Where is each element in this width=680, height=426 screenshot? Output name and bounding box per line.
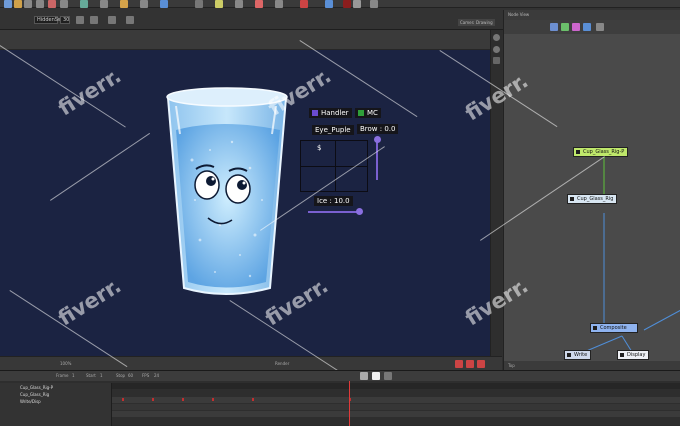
tool-icon[interactable] — [455, 360, 463, 368]
record-icon[interactable] — [343, 0, 351, 8]
node-cup-glass-rig-p[interactable]: Cup_Glass_Rig-P — [573, 147, 629, 157]
pad-divider — [335, 141, 336, 191]
tool-icon[interactable] — [466, 360, 474, 368]
pad-marker[interactable]: $ — [317, 144, 321, 152]
node-view-title: Node View — [504, 10, 680, 20]
keyframe[interactable] — [152, 398, 154, 401]
layer-track[interactable] — [112, 397, 680, 403]
eye-puple-label: Eye_Puple — [312, 125, 354, 135]
tool-icon[interactable] — [140, 0, 148, 8]
keyframe[interactable] — [212, 398, 214, 401]
tab-drawing[interactable]: Drawing — [474, 19, 495, 26]
stop-icon[interactable] — [372, 372, 380, 380]
tool-icon[interactable] — [100, 0, 108, 8]
mode-dropdown[interactable]: HiddenSwap — [34, 16, 68, 24]
ice-label: Ice : 10.0 — [314, 196, 353, 206]
tool-icon[interactable] — [255, 0, 263, 8]
tool-icon[interactable] — [275, 0, 283, 8]
handler-label: Handler — [321, 109, 349, 117]
timeline-layer-list: Cup_Glass_Rig-P Cup_Glass_Rig Write/Disp — [0, 383, 112, 426]
node-write[interactable]: Write — [564, 350, 592, 360]
start-label: Start — [86, 373, 96, 378]
frame-label: Frame — [56, 373, 69, 378]
brow-slider[interactable] — [376, 138, 378, 180]
tool-icon[interactable] — [48, 0, 56, 8]
zoom-level[interactable]: 100% — [60, 361, 71, 366]
eye-puple-pad[interactable]: $ — [300, 140, 368, 192]
node-display[interactable]: Display — [617, 350, 650, 360]
tool-icon[interactable] — [4, 0, 12, 8]
tool-icon[interactable] — [160, 0, 168, 8]
loop-icon[interactable] — [384, 372, 392, 380]
stop-label: Stop — [116, 373, 126, 378]
tool-icon[interactable] — [300, 0, 308, 8]
frame-input[interactable]: 30 — [60, 16, 70, 24]
layer-row[interactable]: Cup_Glass_Rig-P — [0, 385, 112, 391]
handler-swatch — [312, 110, 318, 116]
playhead[interactable] — [349, 381, 350, 426]
handler-toggle[interactable]: Handler — [309, 108, 352, 118]
tool-icon[interactable] — [195, 0, 203, 8]
brow-label: Brow : 0.0 — [357, 124, 399, 134]
ice-slider[interactable] — [308, 211, 360, 213]
tool-icon[interactable] — [76, 16, 84, 24]
tool-icon[interactable] — [24, 0, 32, 8]
mc-toggle[interactable]: MC — [355, 108, 381, 118]
tool-icon[interactable] — [120, 0, 128, 8]
layer-row[interactable]: Cup_Glass_Rig — [0, 392, 112, 398]
render-mode[interactable]: Render — [275, 361, 289, 366]
start-value[interactable]: 1 — [100, 373, 103, 378]
timeline-ruler[interactable] — [112, 383, 680, 389]
tool-icon[interactable] — [215, 0, 223, 8]
node-composite[interactable]: Composite — [590, 323, 638, 333]
node-cup-glass-rig[interactable]: Cup_Glass_Rig — [567, 194, 618, 204]
fps-value[interactable]: 24 — [154, 373, 159, 378]
layer-track[interactable] — [112, 411, 680, 417]
tool-icon[interactable] — [235, 0, 243, 8]
play-icon[interactable] — [360, 372, 368, 380]
timeline-toolbar: Frame 1 Start 1 Stop 60 FPS 24 — [0, 371, 680, 381]
viewport-footer: 100% Render — [0, 356, 502, 370]
tool-icon[interactable] — [60, 0, 68, 8]
tool-icon[interactable] — [493, 57, 500, 64]
ice-slider-knob[interactable] — [356, 208, 363, 215]
settings-icon[interactable] — [493, 34, 500, 41]
tool-icon[interactable] — [353, 0, 361, 8]
layer-track[interactable] — [112, 404, 680, 410]
brow-slider-knob[interactable] — [374, 136, 381, 143]
timeline-panel: Frame 1 Start 1 Stop 60 FPS 24 Cup_Glass… — [0, 370, 680, 426]
tool-icon[interactable] — [325, 0, 333, 8]
keyframe[interactable] — [252, 398, 254, 401]
mc-swatch — [358, 110, 364, 116]
node-view-panel: Node View Cup_Glass_Rig-P Cup_Glass_Rig … — [503, 10, 680, 370]
tool-icon[interactable] — [36, 0, 44, 8]
tool-icon[interactable] — [493, 46, 500, 53]
frame-value[interactable]: 1 — [72, 373, 75, 378]
harmony-app-window: HiddenSwap 30 Camera Drawing Handler MC … — [0, 0, 680, 426]
tool-icon[interactable] — [80, 0, 88, 8]
viewport-header — [0, 30, 490, 50]
tool-icon[interactable] — [90, 16, 98, 24]
tool-icon[interactable] — [126, 16, 134, 24]
fps-label: FPS — [142, 373, 150, 378]
pad-divider — [301, 166, 367, 167]
mc-label: MC — [367, 109, 378, 117]
tool-icon[interactable] — [108, 16, 116, 24]
keyframe[interactable] — [122, 398, 124, 401]
layer-row[interactable]: Write/Disp — [0, 399, 112, 405]
tool-icon[interactable] — [477, 360, 485, 368]
stop-value[interactable]: 60 — [128, 373, 133, 378]
tool-icon[interactable] — [14, 0, 22, 8]
tool-icon[interactable] — [370, 0, 378, 8]
node-view-footer: Top — [504, 361, 680, 370]
keyframe[interactable] — [182, 398, 184, 401]
menu-strip — [0, 0, 680, 8]
